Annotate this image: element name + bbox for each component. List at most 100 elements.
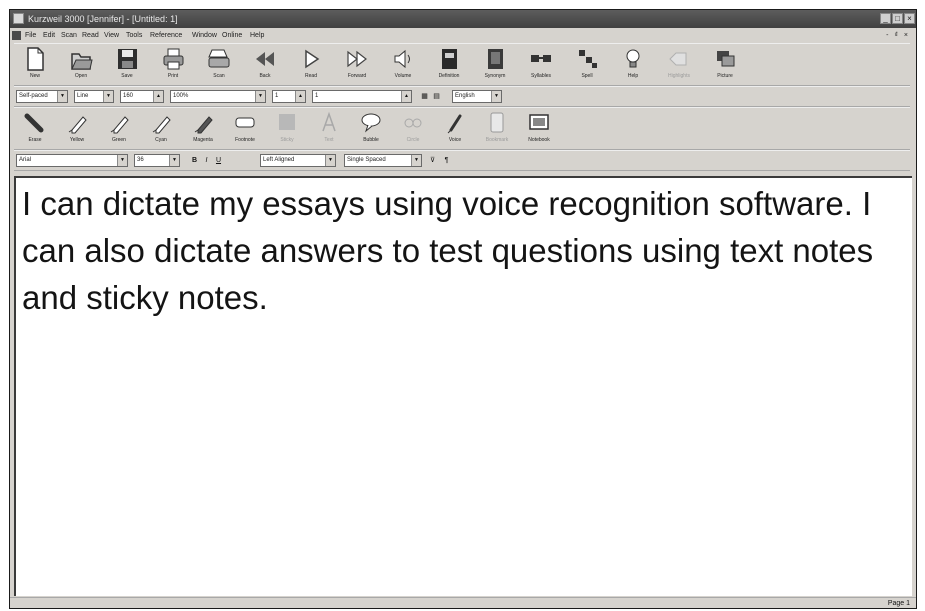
menu-read[interactable]: Read <box>82 29 99 42</box>
read-button[interactable]: Read <box>292 45 330 83</box>
highlights-label: Highlights <box>668 73 690 79</box>
bookmark-button[interactable]: Bookmark <box>478 109 516 147</box>
menu-reference[interactable]: Reference <box>150 29 182 42</box>
window-title: Kurzweil 3000 [Jennifer] - [Untitled: 1] <box>28 14 178 24</box>
footnote-icon <box>235 117 255 128</box>
highlighter-cyan-icon <box>152 116 171 134</box>
scan-button[interactable]: Scan <box>200 45 238 83</box>
page-field[interactable]: 1 ▲ <box>272 90 306 103</box>
close-button[interactable]: × <box>904 13 915 24</box>
menu-scan[interactable]: Scan <box>61 29 77 42</box>
menu-window[interactable]: Window <box>192 29 217 42</box>
color-picker-icon[interactable]: ⊽ <box>428 155 437 166</box>
save-label: Save <box>121 73 133 79</box>
voice-note-icon <box>447 114 462 134</box>
spell-label: Spell <box>581 73 593 79</box>
italic-button[interactable]: I <box>202 155 211 166</box>
menu-help[interactable]: Help <box>250 29 264 42</box>
green-label: Green <box>112 137 126 143</box>
forward-button[interactable]: Forward <box>338 45 376 83</box>
underline-button[interactable]: U <box>214 155 223 166</box>
chevron-down-icon: ▼ <box>491 91 501 102</box>
voice-label: Voice <box>448 137 462 143</box>
lightbulb-icon <box>626 49 640 68</box>
menu-tools[interactable]: Tools <box>126 29 142 42</box>
magenta-highlighter-button[interactable]: Magenta <box>184 109 222 147</box>
highlights-button[interactable]: Highlights <box>660 45 698 83</box>
spacing-select[interactable]: Single Spaced ▼ <box>344 154 422 167</box>
rewind-icon <box>256 52 274 66</box>
print-button[interactable]: Print <box>154 45 192 83</box>
picture-button[interactable]: Picture <box>706 45 744 83</box>
circle-button[interactable]: Circle <box>394 109 432 147</box>
synonym-button[interactable]: Synonym <box>476 45 514 83</box>
font-size-select[interactable]: 36 ▼ <box>134 154 180 167</box>
menu-file[interactable]: File <box>25 29 36 42</box>
language-select[interactable]: English ▼ <box>452 90 502 103</box>
bubble-note-button[interactable]: Bubble <box>352 109 390 147</box>
erase-label: Erase <box>28 137 42 143</box>
yellow-highlighter-button[interactable]: Yellow <box>58 109 96 147</box>
menu-online[interactable]: Online <box>222 29 242 42</box>
chevron-down-icon: ▼ <box>411 155 421 166</box>
spell-icon <box>579 50 597 68</box>
chevron-down-icon: ▼ <box>103 91 113 102</box>
format-bar: Arial ▼ 36 ▼ B I U Left Aligned ▼ Single Sp… <box>14 150 910 171</box>
speed-field[interactable]: 160 ▲ <box>120 90 164 103</box>
language-value: English <box>455 93 475 99</box>
bold-button[interactable]: B <box>190 155 199 166</box>
eraser-icon <box>24 113 44 133</box>
columns-icon[interactable]: ▤ <box>432 91 441 102</box>
notebook-icon <box>529 114 549 130</box>
footnote-button[interactable]: Footnote <box>226 109 264 147</box>
text-note-button[interactable]: Text <box>310 109 348 147</box>
document-text[interactable]: I can dictate my essays using voice reco… <box>22 180 882 321</box>
new-button[interactable]: New <box>16 45 54 83</box>
font-select[interactable]: Arial ▼ <box>16 154 128 167</box>
back-button[interactable]: Back <box>246 45 284 83</box>
font-size-value: 36 <box>137 157 144 163</box>
reading-mode-select[interactable]: Self-paced ▼ <box>16 90 68 103</box>
alignment-select[interactable]: Left Aligned ▼ <box>260 154 336 167</box>
title-bar[interactable]: Kurzweil 3000 [Jennifer] - [Untitled: 1]… <box>10 10 916 28</box>
read-label: Read <box>305 73 317 79</box>
document-area[interactable]: I can dictate my essays using voice reco… <box>14 176 912 596</box>
save-button[interactable]: Save <box>108 45 146 83</box>
of-field[interactable]: 1 ▲ <box>312 90 412 103</box>
layout-icon[interactable]: ▦ <box>420 91 429 102</box>
syllables-button[interactable]: Syllables <box>522 45 560 83</box>
spell-button[interactable]: Spell <box>568 45 606 83</box>
chevron-down-icon: ▼ <box>57 91 67 102</box>
sticky-note-button[interactable]: Sticky <box>268 109 306 147</box>
minimize-button[interactable]: _ <box>880 13 891 24</box>
new-label: New <box>29 73 40 79</box>
floppy-disk-icon <box>118 49 137 69</box>
forward-label: Forward <box>347 73 367 79</box>
play-icon <box>305 49 320 69</box>
maximize-button[interactable]: □ <box>892 13 903 24</box>
document-window-controls[interactable]: - ₫ × <box>886 29 910 42</box>
reading-unit-select[interactable]: Line ▼ <box>74 90 114 103</box>
erase-button[interactable]: Erase <box>16 109 54 147</box>
open-folder-icon <box>71 53 93 70</box>
zoom-select[interactable]: 100% ▼ <box>170 90 266 103</box>
synonym-book-icon <box>488 49 503 69</box>
notebook-button[interactable]: Notebook <box>520 109 558 147</box>
print-label: Print <box>167 73 179 79</box>
open-button[interactable]: Open <box>62 45 100 83</box>
volume-button[interactable]: Volume <box>384 45 422 83</box>
green-highlighter-button[interactable]: Green <box>100 109 138 147</box>
application-window: Kurzweil 3000 [Jennifer] - [Untitled: 1]… <box>9 9 917 609</box>
page-indicator: Page 1 <box>887 600 910 607</box>
paragraph-icon[interactable]: ¶ <box>442 155 451 166</box>
help-button[interactable]: Help <box>614 45 652 83</box>
cyan-highlighter-button[interactable]: Cyan <box>142 109 180 147</box>
footnote-label: Footnote <box>235 137 255 143</box>
menu-view[interactable]: View <box>104 29 119 42</box>
spinner-icon: ▲ <box>295 91 305 102</box>
voice-note-button[interactable]: Voice <box>436 109 474 147</box>
app-icon <box>13 13 24 24</box>
menu-edit[interactable]: Edit <box>43 29 55 42</box>
definition-button[interactable]: Definition <box>430 45 468 83</box>
spacing-value: Single Spaced <box>347 157 386 163</box>
